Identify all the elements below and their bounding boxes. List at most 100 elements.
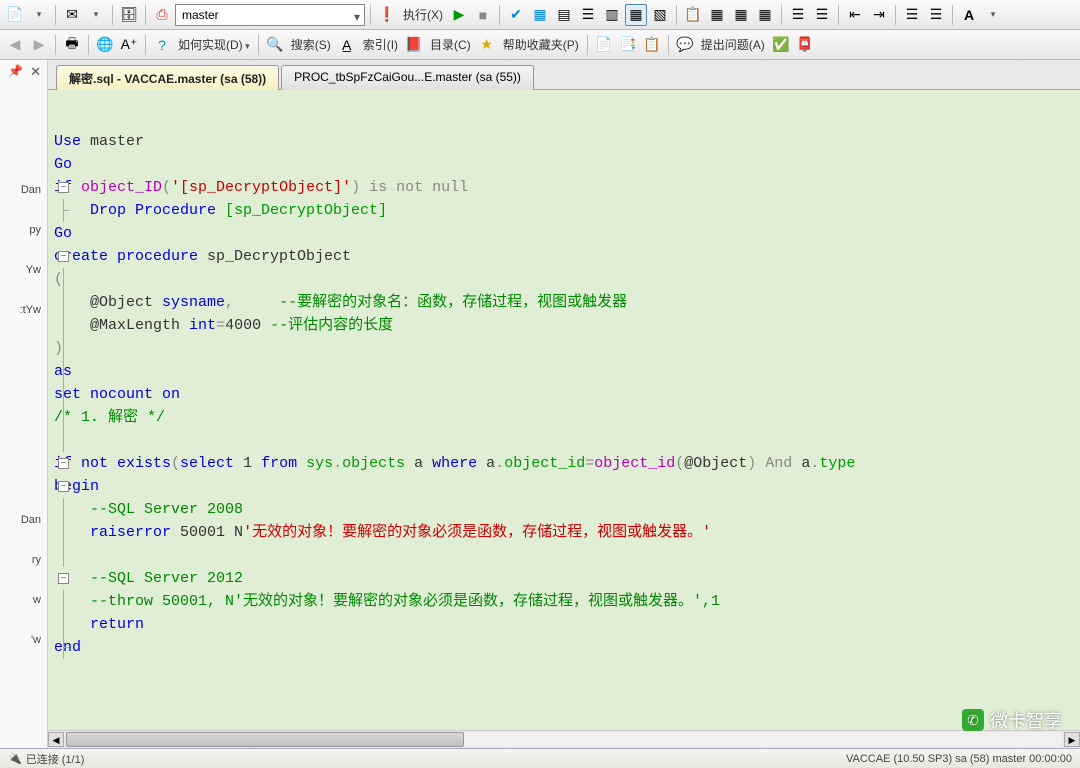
search-menu[interactable]: 搜索(S)	[288, 36, 334, 53]
table-icon[interactable]: ▦	[625, 4, 647, 26]
tree-item[interactable]: :tYw	[20, 290, 41, 330]
help-icon[interactable]: ?	[151, 34, 173, 56]
tree-item[interactable]: py	[20, 210, 41, 250]
separator	[587, 35, 588, 55]
status-right: VACCAE (10.50 SP3) sa (58) master 00:00:…	[846, 753, 1072, 765]
separator	[145, 5, 146, 25]
separator	[258, 35, 259, 55]
sheet1-icon[interactable]: ▧	[649, 4, 671, 26]
indent-left-icon[interactable]: ⇤	[844, 4, 866, 26]
scroll-track[interactable]	[66, 732, 1062, 747]
copy-icon[interactable]: 📋	[682, 4, 704, 26]
scroll-left-icon[interactable]: ◀	[48, 732, 64, 747]
tree-item[interactable]: Dan	[20, 500, 41, 540]
tree-item[interactable]: Dan	[20, 170, 41, 210]
separator	[676, 5, 677, 25]
toolbar-main: 📄 ✉ 🗄 ⎙ master ❗ 执行(X) ▶ ■ ✔ ▦ ▤ ☰ ▥ ▦ ▧…	[0, 0, 1080, 30]
sheet-b-icon[interactable]: ▦	[730, 4, 752, 26]
separator	[55, 35, 56, 55]
fold-box[interactable]: −	[58, 182, 69, 193]
separator	[499, 5, 500, 25]
back-icon[interactable]: ◀	[4, 34, 26, 56]
mail-icon[interactable]: ✉	[61, 4, 83, 26]
fold-box[interactable]: −	[58, 251, 69, 262]
separator	[668, 35, 669, 55]
schema-icon[interactable]: ⎙	[151, 4, 173, 26]
database-combo[interactable]: master	[175, 4, 365, 26]
font-icon[interactable]: A	[958, 4, 980, 26]
editor-tabs: 解密.sql - VACCAE.master (sa (58)) PROC_tb…	[48, 60, 1080, 90]
fwd-icon[interactable]: ▶	[28, 34, 50, 56]
db-icon[interactable]: 🗄	[118, 4, 140, 26]
tab-active[interactable]: 解密.sql - VACCAE.master (sa (58))	[56, 65, 279, 90]
scroll-right-icon[interactable]: ▶	[1064, 732, 1080, 747]
index-menu[interactable]: 索引(I)	[360, 36, 401, 53]
separator	[145, 35, 146, 55]
print-icon[interactable]: 🖶	[61, 34, 83, 56]
tab-inactive[interactable]: PROC_tbSpFzCaiGou...E.master (sa (55))	[281, 65, 534, 90]
sheet-a-icon[interactable]: ▦	[706, 4, 728, 26]
status-bar: 🔌 已连接 (1/1) VACCAE (10.50 SP3) sa (58) m…	[0, 748, 1080, 768]
indent-right-icon[interactable]: ⇥	[868, 4, 890, 26]
comment-icon[interactable]: ☰	[901, 4, 923, 26]
horizontal-scrollbar[interactable]: ◀ ▶	[48, 730, 1080, 748]
favorites-menu[interactable]: 帮助收藏夹(P)	[500, 36, 582, 53]
fold-box[interactable]: −	[58, 481, 69, 492]
star-icon[interactable]: ★	[476, 34, 498, 56]
tree-item[interactable]: 'w	[20, 620, 41, 660]
fold-box[interactable]: −	[58, 458, 69, 469]
tree-item[interactable]: w	[20, 580, 41, 620]
uncomment-icon[interactable]: ☰	[925, 4, 947, 26]
separator	[952, 5, 953, 25]
contents-icon[interactable]: 📕	[403, 34, 425, 56]
connection-status: 已连接 (1/1)	[26, 751, 85, 767]
fold-box[interactable]: −	[58, 573, 69, 584]
debug-step-icon[interactable]: ■	[472, 4, 494, 26]
close-panel-icon[interactable]: ✕	[30, 64, 41, 80]
separator	[88, 35, 89, 55]
execute-button[interactable]: 执行(X)	[400, 6, 446, 23]
results-text-icon[interactable]: ☰	[577, 4, 599, 26]
doc1-icon[interactable]: 📄	[593, 34, 615, 56]
tree-item[interactable]: Yw	[20, 250, 41, 290]
execute-warn-icon[interactable]: ❗	[376, 4, 398, 26]
font-size-icon[interactable]: A⁺	[118, 34, 140, 56]
search-icon[interactable]: 🔍	[264, 34, 286, 56]
separator	[895, 5, 896, 25]
mail-drop[interactable]	[85, 4, 107, 26]
new-query-drop[interactable]	[28, 4, 50, 26]
check-icon[interactable]: ✔	[505, 4, 527, 26]
check-q-icon[interactable]: ✅	[770, 34, 792, 56]
outline-icon[interactable]: ▦	[529, 4, 551, 26]
pin-icon[interactable]: 📌	[8, 64, 23, 78]
index-icon[interactable]: A̲	[336, 34, 358, 56]
doc3-icon[interactable]: 📋	[641, 34, 663, 56]
connection-icon: 🔌	[8, 752, 22, 765]
list-icon[interactable]: ☰	[787, 4, 809, 26]
separator	[112, 5, 113, 25]
separator	[781, 5, 782, 25]
object-explorer-fragments: Dan py Yw :tYw Dan ry w 'w	[20, 170, 41, 660]
toolbar-help: ◀ ▶ 🖶 🌐 A⁺ ? 如何实现(D) 🔍 搜索(S) A̲ 索引(I) 📕 …	[0, 30, 1080, 60]
sheet-c-icon[interactable]: ▦	[754, 4, 776, 26]
contents-menu[interactable]: 目录(C)	[427, 36, 474, 53]
scroll-thumb[interactable]	[66, 732, 464, 747]
doc2-icon[interactable]: 📑	[617, 34, 639, 56]
question-menu[interactable]: 提出问题(A)	[698, 36, 768, 53]
globe-icon[interactable]: 🌐	[94, 34, 116, 56]
results-file-icon[interactable]: ▥	[601, 4, 623, 26]
question-icon[interactable]: 💬	[674, 34, 696, 56]
send-q-icon[interactable]: 📮	[794, 34, 816, 56]
new-query-icon[interactable]: 📄	[4, 4, 26, 26]
list2-icon[interactable]: ☰	[811, 4, 833, 26]
code-content[interactable]: Use master Go if object_ID('[sp_DecryptO…	[48, 90, 1080, 730]
code-editor[interactable]: − − − − − Use master Go if object_ID('[s…	[48, 90, 1080, 730]
play-icon[interactable]: ▶	[448, 4, 470, 26]
howto-menu[interactable]: 如何实现(D)	[175, 36, 253, 53]
results-grid-icon[interactable]: ▤	[553, 4, 575, 26]
editor-area: 解密.sql - VACCAE.master (sa (58)) PROC_tb…	[48, 60, 1080, 748]
font-drop[interactable]	[982, 4, 1004, 26]
tree-item[interactable]: ry	[20, 540, 41, 580]
separator	[838, 5, 839, 25]
separator	[370, 5, 371, 25]
